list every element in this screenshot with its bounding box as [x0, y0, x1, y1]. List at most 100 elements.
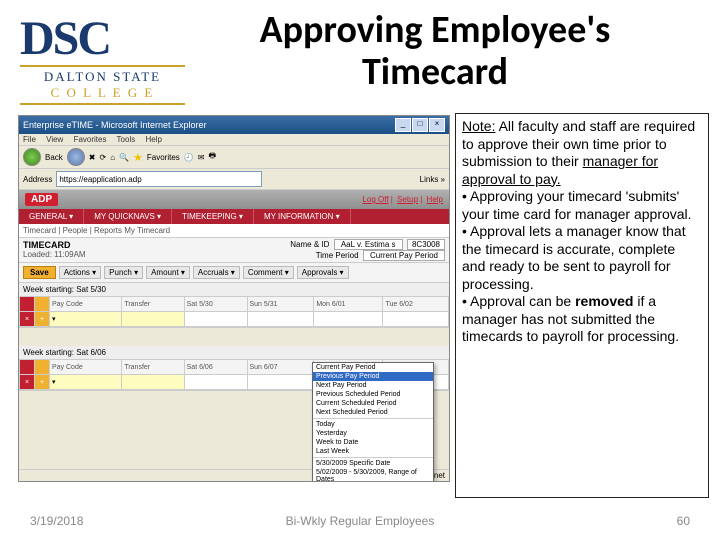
amount-menu[interactable]: Amount ▾ — [146, 266, 190, 279]
timecard-header: TIMECARD Loaded: 11:09AM Name & ID AaL v… — [19, 238, 449, 263]
nav-general[interactable]: GENERAL ▾ — [19, 209, 84, 224]
window-buttons[interactable]: _□× — [394, 118, 445, 132]
ie-titlebar: Enterprise eTIME - Microsoft Internet Ex… — [19, 116, 449, 134]
name-label: Name & ID — [290, 240, 329, 249]
timecard-actions[interactable]: Save Actions ▾ Punch ▾ Amount ▾ Accruals… — [19, 263, 449, 283]
maximize-icon[interactable]: □ — [412, 118, 428, 132]
dd-item[interactable]: Last Week — [313, 447, 433, 456]
nav-timekeeping[interactable]: TIMEKEEPING ▾ — [172, 209, 254, 224]
dd-item[interactable]: Next Pay Period — [313, 381, 433, 390]
dd-item[interactable]: Today — [313, 420, 433, 429]
cell[interactable] — [383, 312, 449, 327]
timecard-title: TIMECARD — [23, 240, 86, 250]
delete-row-icon[interactable]: × — [20, 312, 35, 327]
favorites-label[interactable]: Favorites — [147, 153, 180, 162]
delete-row-icon[interactable]: × — [20, 375, 35, 390]
dsc-logo: DSC DALTON STATE C O L L E G E — [20, 15, 185, 105]
setup-link[interactable]: Setup — [397, 195, 418, 204]
menu-file[interactable]: File — [23, 135, 36, 144]
actions-menu[interactable]: Actions ▾ — [59, 266, 101, 279]
back-label[interactable]: Back — [45, 153, 63, 162]
home-icon[interactable]: ⌂ — [110, 153, 115, 162]
refresh-icon[interactable]: ⟳ — [100, 153, 107, 162]
approvals-menu[interactable]: Approvals ▾ — [297, 266, 349, 279]
dd-item[interactable]: 5/02/2009 - 5/30/2009, Range of Dates — [313, 468, 433, 482]
links-label[interactable]: Links » — [420, 175, 445, 184]
ie-addressbar[interactable]: Address Links » — [19, 169, 449, 190]
logoff-link[interactable]: Log Off — [362, 195, 388, 204]
dd-item[interactable]: Current Pay Period — [313, 363, 433, 372]
adp-nav[interactable]: GENERAL ▾ MY QUICKNAVS ▾ TIMEKEEPING ▾ M… — [19, 209, 449, 224]
cell[interactable] — [247, 375, 314, 390]
dd-item[interactable]: Current Scheduled Period — [313, 399, 433, 408]
dd-item[interactable]: 5/30/2009 Specific Date — [313, 459, 433, 468]
breadcrumb[interactable]: Timecard | People | Reports My Timecard — [19, 224, 449, 238]
cell[interactable]: ▾ — [50, 312, 122, 327]
menu-help[interactable]: Help — [145, 135, 161, 144]
table-row[interactable]: × + ▾ — [20, 312, 449, 327]
add-row-icon[interactable]: + — [35, 312, 50, 327]
adp-header-links[interactable]: Log Off | Setup | Help — [360, 195, 443, 204]
col-d4: Tue 6/02 — [383, 297, 449, 312]
stop-icon[interactable]: ✖ — [89, 153, 96, 162]
add-row-icon[interactable]: + — [35, 375, 50, 390]
window-title: Enterprise eTIME - Microsoft Internet Ex… — [23, 120, 207, 130]
menu-view[interactable]: View — [46, 135, 63, 144]
slide-number: 60 — [677, 514, 690, 528]
address-input[interactable] — [56, 171, 262, 187]
cell[interactable] — [184, 312, 247, 327]
minimize-icon[interactable]: _ — [395, 118, 411, 132]
comment-menu[interactable]: Comment ▾ — [243, 266, 294, 279]
col-paycode: Pay Code — [50, 297, 122, 312]
dd-item[interactable]: Yesterday — [313, 429, 433, 438]
time-period-dropdown[interactable]: Current Pay Period Previous Pay Period N… — [312, 362, 434, 482]
favorites-icon[interactable]: ★ — [133, 151, 143, 164]
help-link[interactable]: Help — [427, 195, 443, 204]
col-transfer: Transfer — [122, 297, 184, 312]
dd-item[interactable]: Next Scheduled Period — [313, 408, 433, 417]
id-value: 8C3008 — [407, 239, 445, 250]
close-icon[interactable]: × — [429, 118, 445, 132]
mail-icon[interactable]: ✉ — [198, 153, 205, 162]
adp-logo: ADP — [25, 193, 58, 206]
forward-icon[interactable] — [67, 148, 85, 166]
app-screenshot: Enterprise eTIME - Microsoft Internet Ex… — [18, 115, 450, 482]
cell[interactable] — [184, 375, 247, 390]
cell[interactable]: ▾ — [50, 375, 122, 390]
note-bullet-3a: Approval can be — [470, 293, 575, 309]
save-button[interactable]: Save — [23, 266, 56, 279]
col-d1: Sat 5/30 — [184, 297, 247, 312]
footer-center: Bi-Wkly Regular Employees — [0, 514, 720, 528]
timecard-grid-1[interactable]: Pay Code Transfer Sat 5/30 Sun 5/31 Mon … — [19, 296, 449, 327]
week1-label: Week starting: Sat 5/30 — [19, 283, 449, 296]
dd-item[interactable]: Week to Date — [313, 438, 433, 447]
dd-item[interactable]: Previous Scheduled Period — [313, 390, 433, 399]
adp-header: ADP Log Off | Setup | Help — [19, 190, 449, 209]
name-value[interactable]: AaL v. Estima s — [334, 239, 403, 250]
period-select[interactable]: Current Pay Period — [363, 250, 445, 261]
col-d3: Mon 6/01 — [314, 297, 383, 312]
search-icon[interactable]: 🔍 — [119, 153, 129, 162]
back-icon[interactable] — [23, 148, 41, 166]
row-header — [20, 297, 35, 312]
punch-menu[interactable]: Punch ▾ — [104, 266, 143, 279]
week2-label: Week starting: Sat 6/06 — [19, 346, 449, 359]
cell[interactable] — [314, 312, 383, 327]
note-bullet-1: Approving your timecard 'submits' your t… — [462, 188, 692, 222]
note-bullet-3b: removed — [575, 293, 633, 309]
history-icon[interactable]: 🕘 — [184, 153, 194, 162]
slide-title: Approving Employee's Timecard — [200, 10, 670, 94]
ie-toolbar[interactable]: Back ✖ ⟳ ⌂ 🔍 ★ Favorites 🕘 ✉ 🖶 — [19, 146, 449, 169]
menu-tools[interactable]: Tools — [117, 135, 136, 144]
timecard-loaded: Loaded: 11:09AM — [23, 250, 86, 259]
accruals-menu[interactable]: Accruals ▾ — [193, 266, 240, 279]
ie-menubar[interactable]: File View Favorites Tools Help — [19, 134, 449, 146]
cell[interactable] — [122, 312, 184, 327]
cell[interactable] — [122, 375, 184, 390]
print-icon[interactable]: 🖶 — [208, 150, 216, 164]
cell[interactable] — [247, 312, 314, 327]
nav-myinfo[interactable]: MY INFORMATION ▾ — [254, 209, 351, 224]
dd-item[interactable]: Previous Pay Period — [313, 372, 433, 381]
menu-favorites[interactable]: Favorites — [74, 135, 107, 144]
nav-quicknavs[interactable]: MY QUICKNAVS ▾ — [84, 209, 172, 224]
